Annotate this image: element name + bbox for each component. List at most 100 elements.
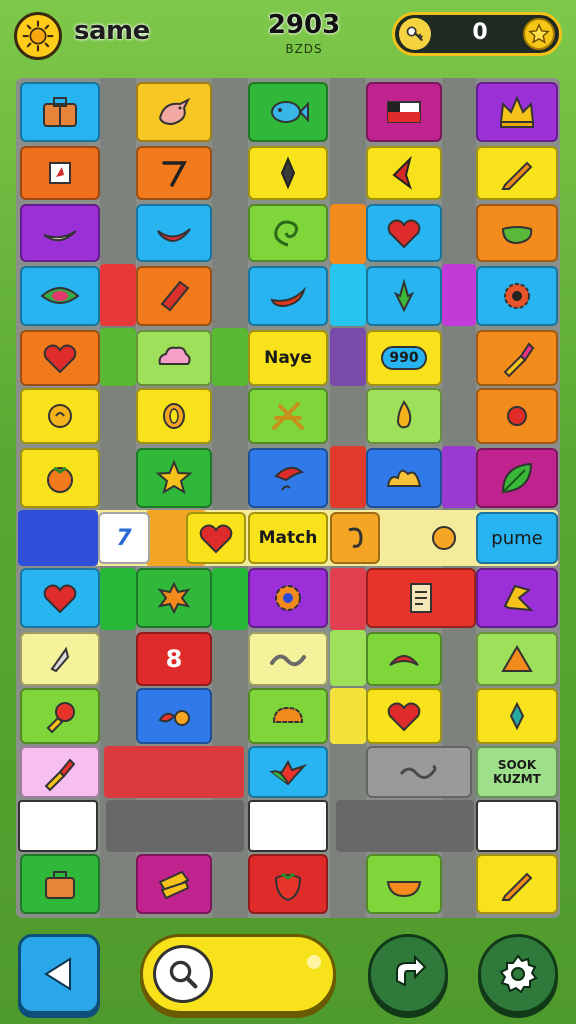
gear-icon [499,954,538,994]
tile-arrow-shape[interactable] [366,146,442,200]
tile-drop[interactable] [366,388,442,444]
tile-pencil[interactable] [476,854,558,914]
tile-plant[interactable] [366,266,442,326]
tile-seven[interactable] [136,146,212,200]
tile-red-ball[interactable] [476,388,558,444]
tile-lipstick[interactable] [476,330,558,386]
tile-glyph[interactable] [476,568,558,628]
bug-icon [158,710,190,726]
pencil-icon [501,161,533,190]
tile-sandwich[interactable] [136,854,212,914]
tile-bread[interactable] [366,448,442,508]
tile-burst[interactable] [136,568,212,628]
brush-icon [44,758,76,792]
spiral-icon [274,220,299,247]
coin-counter[interactable]: 0 [392,12,562,56]
tile-banana[interactable] [20,204,100,262]
tile-text-naye[interactable]: Naye [248,330,328,386]
game-board: Naye 990 7 Match pume 8 SOOK KUZMT [16,78,560,918]
empty-slot[interactable] [248,800,328,852]
tile-ring[interactable] [136,388,212,444]
tile-heart[interactable] [366,688,442,744]
tile-text-sook[interactable]: SOOK KUZMT [476,746,558,798]
tile-text-pume[interactable]: pume [476,512,558,564]
tile-hat[interactable] [248,448,328,508]
tile-text-match[interactable]: Match [248,512,328,564]
tile-eye[interactable] [20,266,100,326]
tile-cloud[interactable] [136,330,212,386]
tile-text-990[interactable]: 990 [366,330,442,386]
tile-bug[interactable] [136,688,212,744]
ice-cream-icon [46,702,75,734]
ring-icon [163,403,185,429]
tile-shell[interactable] [248,688,328,744]
tile-pepper[interactable] [136,204,212,262]
tile-worm[interactable] [248,632,328,686]
tile-triangle[interactable] [476,632,558,686]
undo-button[interactable] [368,934,448,1014]
tile-bird[interactable] [136,82,212,142]
empty-slot[interactable] [476,800,558,852]
tile-gear-orange[interactable] [248,568,328,628]
tile-leaf[interactable] [476,448,558,508]
tile-label: SOOK KUZMT [493,758,541,786]
crown-icon [499,95,535,128]
tile-fish[interactable] [248,82,328,142]
bird-icon [158,97,191,126]
tile-ice-cream[interactable] [20,688,100,744]
tile-label: 8 [165,645,183,673]
coin-icon [48,404,72,428]
key-icon [399,18,431,50]
tile-cog[interactable] [476,266,558,326]
tile-feather[interactable] [20,632,100,686]
tile-bouquet[interactable] [248,746,328,798]
heart-icon [387,702,421,732]
tile-coin[interactable] [20,388,100,444]
tile-sticks[interactable] [248,388,328,444]
empty-slot[interactable] [18,800,98,852]
tile-card[interactable] [20,146,100,200]
tile-bowl[interactable] [366,854,442,914]
tile-heart[interactable] [20,330,100,386]
heart-icon [43,584,77,614]
tile-text-8[interactable]: 8 [136,632,212,686]
tile-chili[interactable] [248,266,328,326]
gear-orange-icon [275,585,301,611]
tile-orange[interactable] [416,512,472,564]
tile-brush[interactable] [20,746,100,798]
hint-button[interactable] [140,934,336,1014]
tile-star[interactable] [136,448,212,508]
banana-icon [43,230,77,242]
triangle-left-icon [44,957,71,991]
tile-briefcase[interactable] [20,82,100,142]
eye-icon [40,287,80,304]
tile-crown[interactable] [476,82,558,142]
tile-gem[interactable] [476,688,558,744]
sun-icon[interactable] [14,12,62,60]
tile-heart[interactable] [186,512,246,564]
hook-icon [348,527,363,548]
tile-bacon[interactable] [136,266,212,326]
tile-bag[interactable] [20,854,100,914]
tile-spiral[interactable] [248,204,328,262]
tile-pencil[interactable] [476,146,558,200]
settings-button[interactable] [478,934,558,1014]
shine-dot [307,955,321,969]
tile-scroll[interactable] [366,568,476,628]
cog-icon [504,283,530,309]
tile-diamond[interactable] [248,146,328,200]
hat-icon [274,466,305,491]
tile-hook[interactable] [330,512,380,564]
back-button[interactable] [18,934,100,1014]
tile-text-7[interactable]: 7 [98,512,150,564]
gutter-accent [330,688,366,744]
tile-flag[interactable] [366,82,442,142]
tile-strawberry[interactable] [248,854,328,914]
tile-heart[interactable] [20,568,100,628]
tile-heart[interactable] [366,204,442,262]
tile-squiggle[interactable] [366,746,472,798]
tile-leaf-blob[interactable] [476,204,558,262]
orange-icon [432,526,456,550]
tile-arc[interactable] [366,632,442,686]
tile-tomato[interactable] [20,448,100,508]
